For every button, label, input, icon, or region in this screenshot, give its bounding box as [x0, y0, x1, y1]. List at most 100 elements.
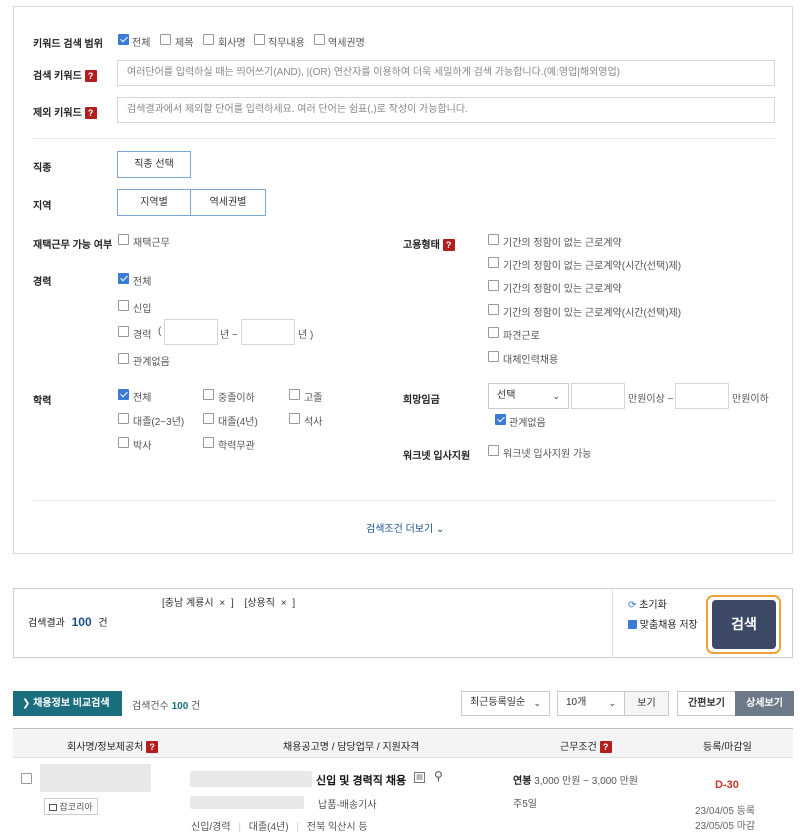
compare-label: 채용정보 비교검색: [33, 698, 110, 709]
edu-none-checkbox[interactable]: [203, 437, 214, 448]
employment-checkbox-1[interactable]: [488, 234, 499, 245]
result-count: 검색결과 100 건: [28, 614, 108, 629]
compare-button[interactable]: ❯ 채용정보 비교검색: [13, 691, 122, 716]
salary-type: 연봉: [513, 776, 532, 787]
chevron-down-icon: ⌄: [435, 524, 445, 535]
salary-select[interactable]: 선택 ⌄: [488, 383, 569, 409]
row-select-checkbox[interactable]: [21, 773, 32, 784]
list-count-prefix: 검색건수: [132, 701, 169, 712]
career-any-checkbox[interactable]: [118, 353, 129, 364]
search-keyword-input[interactable]: 여러단어를 입력하실 때는 띄어쓰기(AND), |(OR) 연산자를 이용하여…: [117, 60, 775, 86]
search-button[interactable]: 검색: [712, 600, 776, 649]
station-button[interactable]: 역세권별: [190, 189, 266, 216]
edu-master-checkbox[interactable]: [289, 413, 300, 424]
scope-title-checkbox[interactable]: [160, 34, 171, 45]
work-days: 주5일: [513, 799, 537, 810]
scrap-icon[interactable]: ▤: [414, 772, 425, 783]
career-max-year-input[interactable]: [241, 319, 295, 345]
edu-college-label: 대졸(2~3년): [133, 417, 185, 428]
career-all-label: 전체: [133, 277, 152, 288]
salary-range: 3,000 만원 ~ 3,000 만원: [534, 776, 638, 787]
help-icon[interactable]: ?: [442, 239, 455, 252]
list-count: 검색건수 100 건: [132, 697, 200, 712]
worknet-checkbox[interactable]: [488, 445, 499, 456]
employment-checkbox-3[interactable]: [488, 280, 499, 291]
scope-duty-checkbox[interactable]: [254, 34, 265, 45]
divider: [33, 500, 775, 501]
employment-checkbox-6[interactable]: [488, 351, 499, 362]
salary-any-checkbox[interactable]: [495, 414, 506, 425]
scope-company-label: 회사명: [218, 38, 246, 49]
result-suffix: 건: [98, 618, 108, 629]
more-conditions-text: 검색조건 더보기: [366, 524, 434, 535]
career-year1-label: 년 ~: [220, 330, 238, 341]
view-button[interactable]: 보기: [624, 691, 669, 716]
list-count-suffix: 건: [191, 701, 201, 712]
detail-view-button[interactable]: 상세보기: [735, 691, 794, 716]
help-icon[interactable]: ?: [146, 741, 159, 754]
edu-middle-checkbox[interactable]: [203, 389, 214, 400]
remote-checkbox[interactable]: [118, 234, 129, 245]
employment-option-4: 기간의 정함이 있는 근로계약(시간(선택)제): [503, 308, 682, 319]
career-any-label: 관계없음: [133, 357, 170, 368]
career-new-checkbox[interactable]: [118, 300, 129, 311]
scope-company-checkbox[interactable]: [203, 34, 214, 45]
career-label: 경력: [33, 277, 52, 288]
job-duty: 납품-배송기사: [318, 800, 377, 811]
keyword-scope-label: 키워드 검색 범위: [33, 39, 103, 50]
search-icon[interactable]: ⚲: [434, 769, 443, 783]
edu-master-label: 석사: [304, 417, 323, 428]
employment-option-5: 파견근로: [503, 331, 540, 342]
career-paren-open: (: [158, 326, 162, 337]
remote-option-label: 재택근무: [133, 238, 170, 249]
simple-view-button[interactable]: 간편보기: [677, 691, 736, 716]
region-label: 지역: [33, 201, 52, 212]
header-company: 회사명/정보제공처 ?: [67, 738, 159, 754]
save-custom-button[interactable]: 맞춤채용 저장: [628, 616, 698, 631]
result-tags: [충남 계룡시 × ] [상용직 × ]: [162, 594, 295, 609]
search-keyword-label: 검색 키워드 ?: [33, 67, 97, 83]
scope-station-checkbox[interactable]: [314, 34, 325, 45]
scope-duty-label: 직무내용: [268, 38, 305, 49]
help-icon[interactable]: ?: [84, 107, 97, 120]
career-min-year-input[interactable]: [164, 319, 218, 345]
edu-doctor-checkbox[interactable]: [118, 437, 129, 448]
job-type-select-button[interactable]: 직종 선택: [117, 151, 191, 178]
region-button[interactable]: 지역별: [117, 189, 191, 216]
more-conditions-link[interactable]: 검색조건 더보기 ⌄: [366, 520, 444, 535]
salary-max-input[interactable]: [675, 383, 729, 409]
source-badge: 잡코리아: [44, 798, 98, 815]
job-title-link[interactable]: 신입 및 경력직 채용: [316, 772, 406, 788]
salary-min-input[interactable]: [571, 383, 625, 409]
exclude-keyword-input[interactable]: 검색결과에서 제외할 단어를 입력하세요. 여러 단어는 쉼표(,)로 작성이 …: [117, 97, 775, 123]
reset-button[interactable]: ⟳ 초기화: [628, 596, 667, 611]
employment-option-1: 기간의 정함이 없는 근로계약: [503, 238, 622, 249]
page-size-select[interactable]: 10개 ⌄: [557, 691, 625, 716]
refresh-icon: ⟳: [628, 600, 637, 611]
edu-univ-checkbox[interactable]: [203, 413, 214, 424]
search-panel: [13, 6, 793, 554]
divider: [33, 138, 775, 139]
edu-college-checkbox[interactable]: [118, 413, 129, 424]
remove-type-tag-icon[interactable]: ×: [281, 598, 287, 609]
employment-text: 고용형태: [403, 240, 440, 251]
employment-option-2: 기간의 정함이 없는 근로계약(시간(선택)제): [503, 261, 682, 272]
employment-checkbox-2[interactable]: [488, 257, 499, 268]
scope-all-checkbox[interactable]: [118, 34, 129, 45]
salary-label: 희망임금: [403, 395, 440, 406]
employment-checkbox-5[interactable]: [488, 327, 499, 338]
help-icon[interactable]: ?: [599, 741, 612, 754]
help-icon[interactable]: ?: [84, 70, 97, 83]
job-duty-blurred: [190, 796, 304, 809]
edu-high-label: 고졸: [304, 393, 323, 404]
edu-high-checkbox[interactable]: [289, 389, 300, 400]
search-keyword-text: 검색 키워드: [33, 71, 82, 82]
sort-select[interactable]: 최근등록일순 ⌄: [461, 691, 550, 716]
employment-checkbox-4[interactable]: [488, 304, 499, 315]
header-conditions: 근무조건 ?: [560, 738, 612, 754]
career-all-checkbox[interactable]: [118, 273, 129, 284]
career-exp-checkbox[interactable]: [118, 326, 129, 337]
edu-all-label: 전체: [133, 393, 152, 404]
edu-all-checkbox[interactable]: [118, 389, 129, 400]
remove-region-tag-icon[interactable]: ×: [219, 598, 225, 609]
